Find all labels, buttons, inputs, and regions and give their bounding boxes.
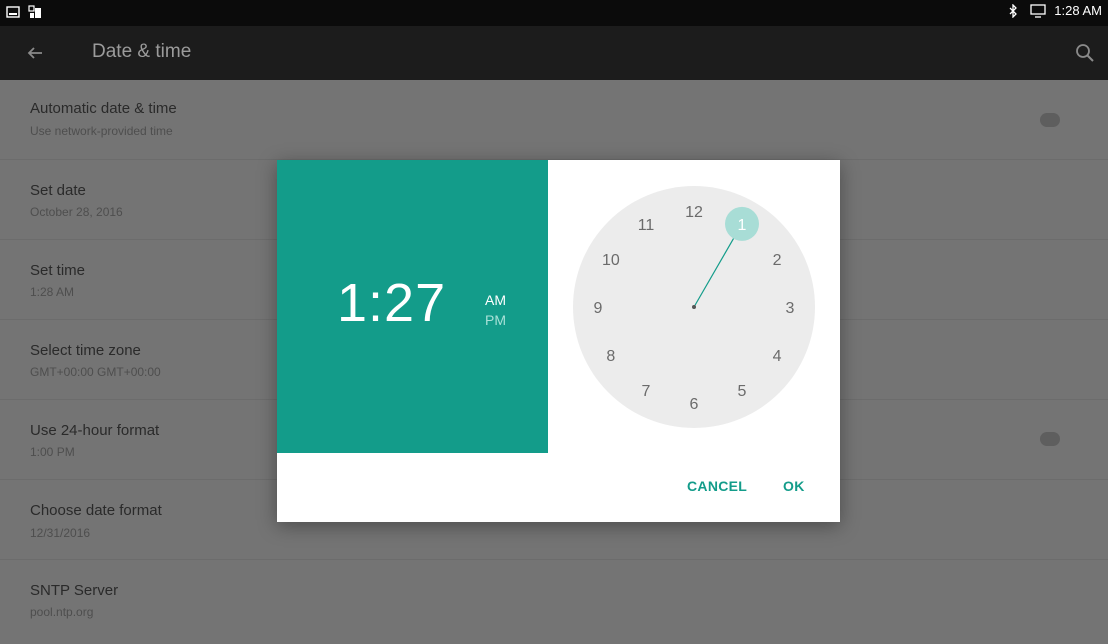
notification-icon bbox=[28, 4, 42, 18]
setting-title: Set date bbox=[30, 182, 86, 199]
clock-number-5[interactable]: 5 bbox=[738, 383, 747, 400]
status-bar-right: 1:28 AM bbox=[1006, 2, 1102, 19]
back-arrow-icon[interactable] bbox=[22, 40, 48, 66]
setting-automatic-date-time[interactable]: Automatic date & time Use network-provid… bbox=[0, 80, 1108, 160]
clock-number-7[interactable]: 7 bbox=[642, 383, 651, 400]
cancel-button[interactable]: CANCEL bbox=[687, 478, 747, 494]
pm-option[interactable]: PM bbox=[485, 310, 506, 330]
clock-center bbox=[692, 305, 696, 309]
clock-number-3[interactable]: 3 bbox=[786, 300, 795, 317]
setting-subtitle: Use network-provided time bbox=[30, 124, 173, 138]
clock-number-11[interactable]: 11 bbox=[638, 217, 655, 234]
search-icon[interactable] bbox=[1074, 42, 1096, 64]
setting-title: Automatic date & time bbox=[30, 100, 177, 117]
clock-number-1[interactable]: 1 bbox=[738, 217, 747, 234]
clock-number-2[interactable]: 2 bbox=[773, 252, 782, 269]
clock-number-6[interactable]: 6 bbox=[690, 396, 699, 413]
setting-title: Use 24-hour format bbox=[30, 422, 160, 439]
page-title: Date & time bbox=[92, 41, 192, 62]
am-option[interactable]: AM bbox=[485, 290, 506, 310]
status-bar-left bbox=[6, 4, 42, 18]
setting-subtitle: GMT+00:00 GMT+00:00 bbox=[30, 365, 161, 379]
clock-face[interactable]: 121234567891011 bbox=[571, 184, 817, 430]
setting-subtitle: October 28, 2016 bbox=[30, 205, 123, 219]
clock-number-10[interactable]: 10 bbox=[602, 252, 620, 269]
selected-time[interactable]: 1:27 bbox=[337, 272, 446, 334]
setting-title: Set time bbox=[30, 262, 86, 279]
setting-title: SNTP Server bbox=[30, 582, 119, 599]
screenshot-icon bbox=[6, 4, 20, 18]
24-hour-toggle[interactable] bbox=[1040, 432, 1060, 446]
toolbar: Date & time bbox=[0, 26, 1108, 80]
clock-number-8[interactable]: 8 bbox=[606, 348, 615, 365]
status-bar-time: 1:28 AM bbox=[1054, 3, 1102, 18]
time-header: 1:27 AM PM bbox=[277, 160, 548, 453]
ok-button[interactable]: OK bbox=[783, 478, 805, 494]
clock-number-4[interactable]: 4 bbox=[773, 348, 782, 365]
time-picker-dialog: 1:27 AM PM 12 1 2 3 4 5 6 7 8 9 10 11 CANCEL OK bbox=[277, 160, 840, 522]
setting-title: Select time zone bbox=[30, 342, 141, 359]
setting-sntp-server[interactable]: SNTP Server pool.ntp.org bbox=[0, 560, 1108, 640]
setting-subtitle: 1:00 PM bbox=[30, 445, 75, 459]
setting-title: Choose date format bbox=[30, 502, 162, 519]
bluetooth-icon bbox=[1006, 2, 1020, 19]
status-bar: 1:28 AM bbox=[0, 0, 1108, 26]
automatic-time-toggle[interactable] bbox=[1040, 113, 1060, 127]
cast-icon bbox=[1030, 3, 1046, 18]
setting-subtitle: 12/31/2016 bbox=[30, 526, 91, 540]
clock-number-9[interactable]: 9 bbox=[594, 300, 603, 317]
setting-subtitle: 1:28 AM bbox=[30, 285, 75, 299]
clock-number-12[interactable]: 12 bbox=[685, 204, 703, 221]
am-pm-selector: AM PM bbox=[485, 290, 506, 330]
setting-subtitle: pool.ntp.org bbox=[30, 605, 94, 619]
